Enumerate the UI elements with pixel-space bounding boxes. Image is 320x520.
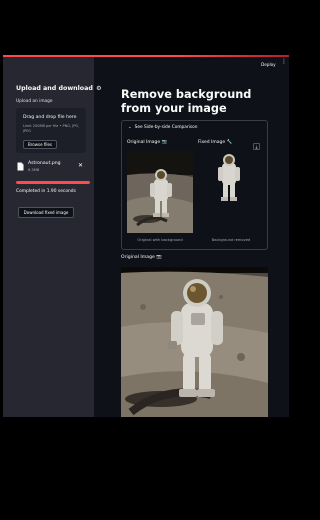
gear-icon: ⚙: [96, 85, 102, 92]
download-icon[interactable]: ⤓: [253, 143, 260, 150]
dropzone-title: Drag and drop file here: [23, 115, 77, 120]
chevron-down-icon: ⌄: [128, 125, 132, 130]
original-thumbnail: [127, 151, 193, 233]
file-dropzone[interactable]: Drag and drop file here Limit 200MB per …: [16, 108, 86, 153]
original-image-large: [121, 267, 268, 417]
file-icon: [17, 162, 24, 171]
upload-progress-fill: [16, 181, 90, 184]
original-image-label: Original Image 📷: [127, 140, 168, 145]
status-text: Completed in 1.90 seconds: [16, 189, 76, 194]
expander-header[interactable]: ⌄ See Side-by-side Comparison: [128, 125, 197, 130]
dropzone-subtitle: Limit 200MB per file • PNG, JPG, JPEG: [23, 124, 80, 133]
fixed-thumbnail: [218, 154, 240, 201]
comparison-expander: ⌄ See Side-by-side Comparison Original Im…: [121, 120, 268, 250]
app-window: Upload and download ⚙ Upload an image Dr…: [3, 55, 289, 417]
download-fixed-image-button[interactable]: Download fixed image: [18, 207, 74, 218]
page-title: Remove background from your image: [121, 88, 252, 115]
sidebar: Upload and download ⚙ Upload an image Dr…: [3, 57, 101, 417]
sidebar-title: Upload and download ⚙: [16, 85, 101, 92]
uploaded-file-row: Astronaut.png 6.3MB ✕: [16, 161, 88, 177]
fixed-image-label: Fixed Image 🔧: [198, 140, 233, 145]
fixed-caption: Background removed: [211, 238, 251, 242]
browse-files-button[interactable]: Browse files: [23, 140, 57, 149]
file-name: Astronaut.png: [28, 161, 61, 166]
file-size: 6.3MB: [28, 168, 40, 172]
sidebar-title-text: Upload and download: [16, 85, 93, 92]
upload-progress-bar: [16, 181, 90, 184]
expander-label: See Side-by-side Comparison: [134, 125, 198, 130]
original-image-section-label: Original Image 📷: [121, 255, 163, 260]
deploy-button[interactable]: Deploy: [261, 62, 276, 67]
kebab-menu-icon[interactable]: ⋮: [281, 59, 287, 65]
close-icon[interactable]: ✕: [78, 162, 83, 169]
original-caption: Original with background: [137, 238, 183, 242]
upload-label: Upload an image: [16, 99, 53, 104]
